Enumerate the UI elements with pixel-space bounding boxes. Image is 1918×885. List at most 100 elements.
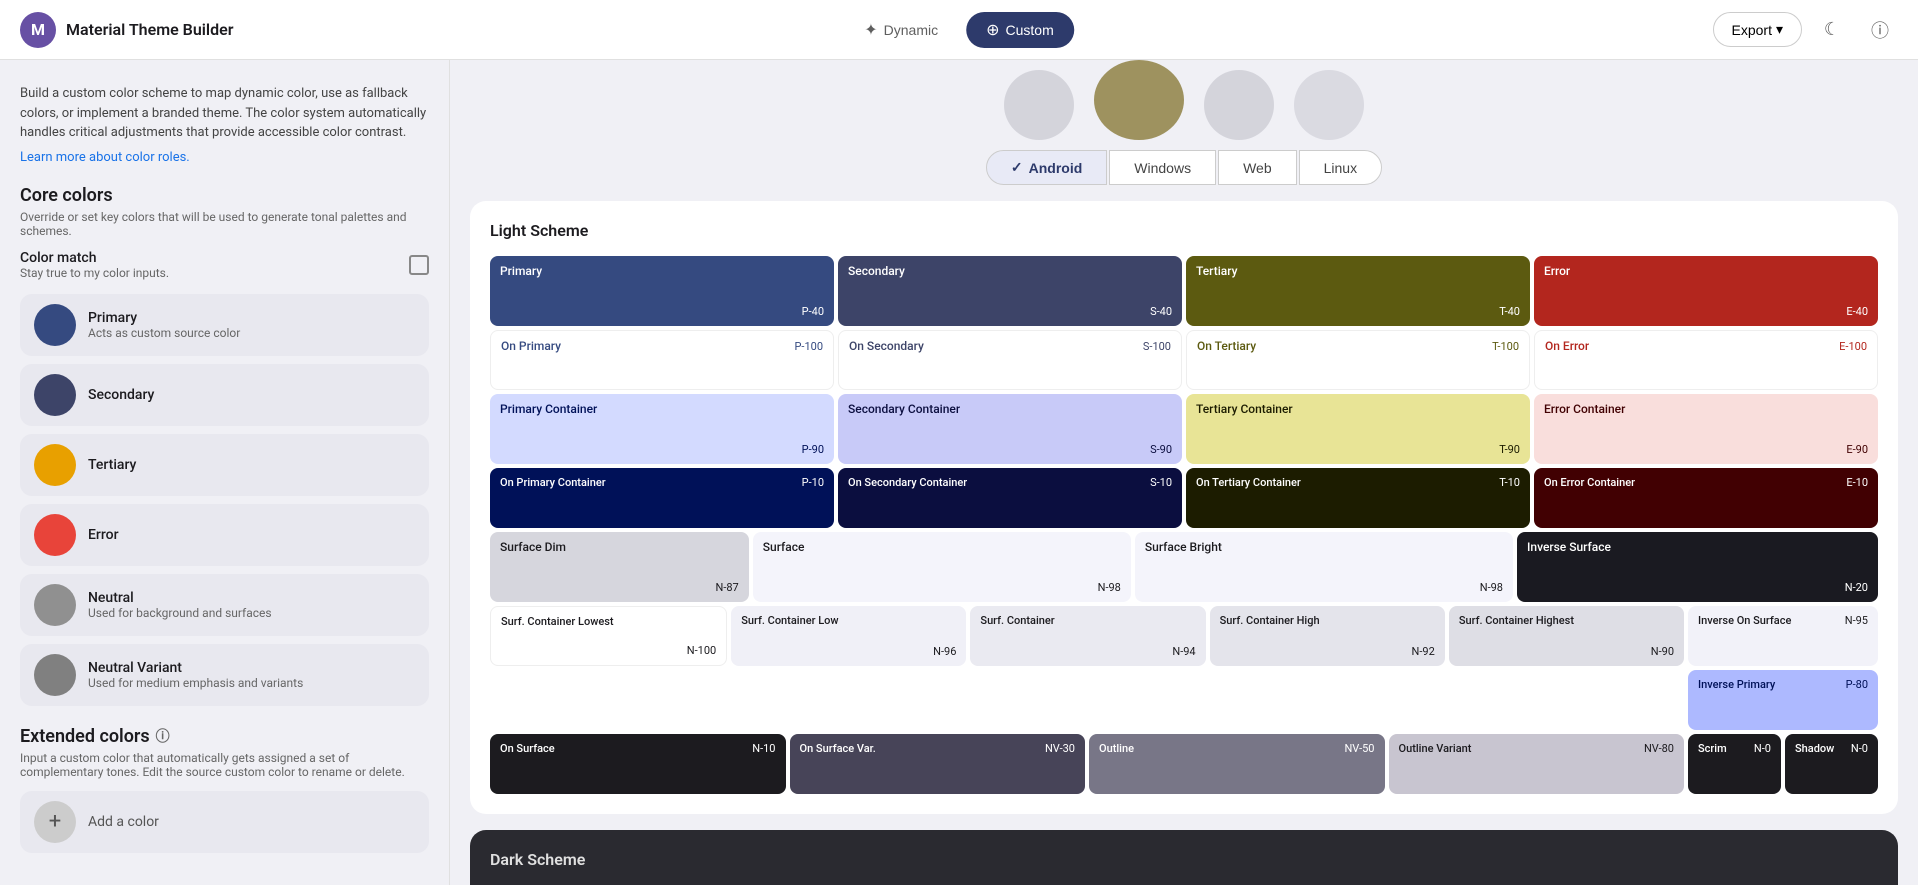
topnav-right: Export ▾ ☾ ⓘ <box>1713 12 1899 48</box>
primary-color-name: Primary <box>88 310 240 326</box>
error-container-cell[interactable]: Error Container E-90 <box>1534 394 1878 464</box>
tab-linux[interactable]: Linux <box>1299 150 1382 185</box>
surface-cell[interactable]: Surface N-98 <box>753 532 1131 602</box>
primary-container-cell[interactable]: Primary Container P-90 <box>490 394 834 464</box>
custom-tab[interactable]: ⊕ Custom <box>966 12 1074 48</box>
device-shape-1 <box>1004 70 1074 140</box>
primary-color-row[interactable]: Primary Acts as custom source color <box>20 294 429 356</box>
on-tertiary-container-cell[interactable]: On Tertiary Container T-10 <box>1186 468 1530 528</box>
secondary-container-cell[interactable]: Secondary Container S-90 <box>838 394 1182 464</box>
on-tertiary-cell[interactable]: On Tertiary T-100 <box>1186 330 1530 390</box>
export-button[interactable]: Export ▾ <box>1713 12 1803 47</box>
on-primary-cell[interactable]: On Primary P-100 <box>490 330 834 390</box>
tab-windows[interactable]: Windows <box>1109 150 1216 185</box>
color-match-title: Color match <box>20 250 169 266</box>
error-color-name: Error <box>88 527 119 543</box>
light-scheme-title: Light Scheme <box>490 221 1878 240</box>
secondary-cell[interactable]: Secondary S-40 <box>838 256 1182 326</box>
check-icon: ✓ <box>1011 159 1023 176</box>
info-icon: ⓘ <box>1871 17 1889 43</box>
extended-colors-desc: Input a custom color that automatically … <box>20 751 429 779</box>
inverse-surface-cell[interactable]: Inverse Surface N-20 <box>1517 532 1878 602</box>
dynamic-tab[interactable]: ✦ Dynamic <box>844 12 958 48</box>
secondary-color-row[interactable]: Secondary <box>20 364 429 426</box>
color-match-checkbox[interactable] <box>409 255 429 275</box>
neutral-color-desc: Used for background and surfaces <box>88 606 272 620</box>
on-primary-container-cell[interactable]: On Primary Container P-10 <box>490 468 834 528</box>
inverse-primary-cell[interactable]: Inverse Primary P-80 <box>1688 670 1878 730</box>
inverse-on-surface-cell[interactable]: Inverse On Surface N-95 <box>1688 606 1878 666</box>
neutral-variant-color-desc: Used for medium emphasis and variants <box>88 676 303 690</box>
core-colors-subtitle: Override or set key colors that will be … <box>20 210 429 238</box>
neutral-color-name: Neutral <box>88 590 272 606</box>
tertiary-cell[interactable]: Tertiary T-40 <box>1186 256 1530 326</box>
on-surface-var-cell[interactable]: On Surface Var. NV-30 <box>790 734 1086 794</box>
core-colors-title: Core colors <box>20 185 429 206</box>
on-error-cell[interactable]: On Error E-100 <box>1534 330 1878 390</box>
light-scheme-grid: Primary P-40 Secondary S-40 Tertiary T-4… <box>490 256 1878 794</box>
device-preview <box>450 60 1918 150</box>
surf-container-high-cell[interactable]: Surf. Container High N-92 <box>1210 606 1445 666</box>
add-color-icon: + <box>34 801 76 843</box>
neutral-swatch <box>34 584 76 626</box>
tab-android[interactable]: ✓ Android <box>986 150 1107 185</box>
error-cell[interactable]: Error E-40 <box>1534 256 1878 326</box>
surf-container-cell[interactable]: Surf. Container N-94 <box>970 606 1205 666</box>
on-secondary-cell[interactable]: On Secondary S-100 <box>838 330 1182 390</box>
chevron-down-icon: ▾ <box>1776 21 1783 38</box>
surface-row: Surface Dim N-87 Surface N-98 Surface Br… <box>490 532 1513 602</box>
tertiary-color-name: Tertiary <box>88 457 136 473</box>
info-button[interactable]: ⓘ <box>1862 12 1898 48</box>
device-shape-4 <box>1294 70 1364 140</box>
primary-cell[interactable]: Primary P-40 <box>490 256 834 326</box>
row-containers: Primary Container P-90 Secondary Contain… <box>490 394 1878 464</box>
surface-group: Surface Dim N-87 Surface N-98 Surface Br… <box>490 532 1513 602</box>
dark-mode-button[interactable]: ☾ <box>1814 12 1850 48</box>
surface-dim-cell[interactable]: Surface Dim N-87 <box>490 532 749 602</box>
dark-scheme-title: Dark Scheme <box>490 850 1878 869</box>
main-content: ✓ Android Windows Web Linux Light Scheme… <box>450 60 1918 885</box>
app-title: Material Theme Builder <box>66 20 233 39</box>
surface-bright-cell[interactable]: Surface Bright N-98 <box>1135 532 1513 602</box>
add-color-row[interactable]: + Add a color <box>20 791 429 853</box>
device-shape-3 <box>1204 70 1274 140</box>
row-outline: On Surface N-10 On Surface Var. NV-30 <box>490 734 1878 794</box>
shadow-cell[interactable]: Shadow N-0 <box>1785 734 1878 794</box>
moon-icon: ☾ <box>1824 19 1840 40</box>
dark-scheme-card: Dark Scheme <box>470 830 1898 885</box>
surf-container-highest-cell[interactable]: Surf. Container Highest N-90 <box>1449 606 1684 666</box>
sidebar: Build a custom color scheme to map dynam… <box>0 60 450 885</box>
nav-tabs: ✦ Dynamic ⊕ Custom <box>844 12 1074 48</box>
neutral-color-row[interactable]: Neutral Used for background and surfaces <box>20 574 429 636</box>
error-swatch <box>34 514 76 556</box>
dynamic-icon: ✦ <box>864 20 877 40</box>
scrim-cell[interactable]: Scrim N-0 <box>1688 734 1781 794</box>
surf-container-lowest-cell[interactable]: Surf. Container Lowest N-100 <box>490 606 727 666</box>
on-error-container-cell[interactable]: On Error Container E-10 <box>1534 468 1878 528</box>
secondary-color-name: Secondary <box>88 387 154 403</box>
add-color-label: Add a color <box>88 814 159 830</box>
outline-variant-cell[interactable]: Outline Variant NV-80 <box>1389 734 1685 794</box>
primary-swatch <box>34 304 76 346</box>
neutral-variant-color-name: Neutral Variant <box>88 660 303 676</box>
neutral-variant-color-row[interactable]: Neutral Variant Used for medium emphasis… <box>20 644 429 706</box>
on-secondary-container-cell[interactable]: On Secondary Container S-10 <box>838 468 1182 528</box>
row-main-colors: Primary P-40 Secondary S-40 Tertiary T-4… <box>490 256 1878 326</box>
surf-container-low-cell[interactable]: Surf. Container Low N-96 <box>731 606 966 666</box>
row-surfaces: Surface Dim N-87 Surface N-98 Surface Br… <box>490 532 1878 602</box>
extended-colors-title: Extended colors ⓘ <box>20 726 429 747</box>
outline-cell[interactable]: Outline NV-50 <box>1089 734 1385 794</box>
tertiary-color-row[interactable]: Tertiary <box>20 434 429 496</box>
on-surface-cell[interactable]: On Surface N-10 <box>490 734 786 794</box>
platform-tabs: ✓ Android Windows Web Linux <box>450 150 1918 185</box>
error-color-row[interactable]: Error <box>20 504 429 566</box>
row-on-colors: On Primary P-100 On Secondary S-100 On T… <box>490 330 1878 390</box>
learn-more-link[interactable]: Learn more about color roles. <box>20 150 190 165</box>
logo-icon: M <box>20 12 56 48</box>
light-scheme-card: Light Scheme Primary P-40 Secondary S-40… <box>470 201 1898 814</box>
tab-web[interactable]: Web <box>1218 150 1297 185</box>
extended-info-icon: ⓘ <box>156 726 170 746</box>
main-layout: Build a custom color scheme to map dynam… <box>0 60 1918 885</box>
tertiary-container-cell[interactable]: Tertiary Container T-90 <box>1186 394 1530 464</box>
custom-icon: ⊕ <box>986 20 999 40</box>
